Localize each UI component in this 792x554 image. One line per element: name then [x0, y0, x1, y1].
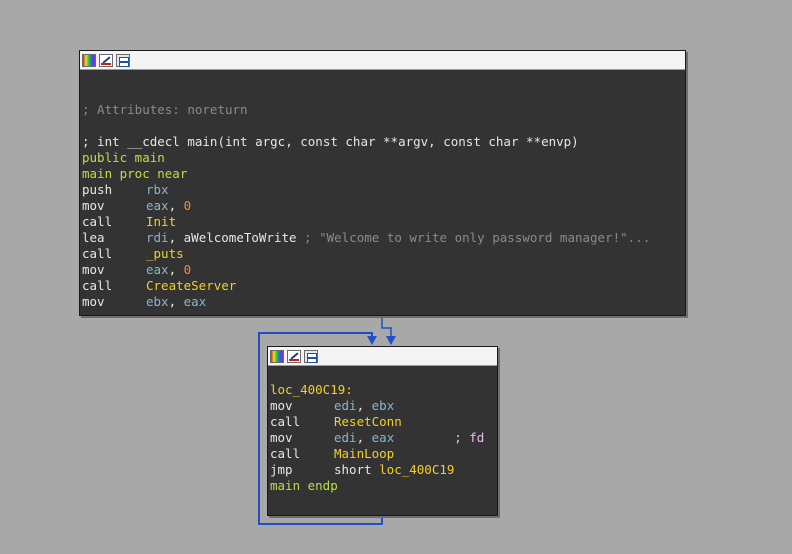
graph-node-main[interactable]: ; Attributes: noreturn ; int __cdecl mai…	[79, 50, 686, 316]
color-palette-icon[interactable]	[270, 349, 284, 363]
instruction-line[interactable]: mov ebx, eax	[82, 294, 685, 310]
edge-arrowhead	[386, 336, 396, 345]
node-titlebar	[80, 51, 685, 70]
loc-label[interactable]: loc_400C19:	[270, 382, 497, 398]
graph-view-icon[interactable]	[116, 53, 130, 67]
instruction-line[interactable]: call ResetConn	[270, 414, 497, 430]
edge-loop-arrowhead	[367, 336, 377, 345]
function-signature: ; int __cdecl main(int argc, const char …	[82, 134, 579, 149]
instruction-line[interactable]: call _puts	[82, 246, 685, 262]
color-palette-icon[interactable]	[82, 53, 96, 67]
instruction-line[interactable]: mov edi, eax; fd	[270, 430, 497, 446]
edge-main-to-loop	[381, 315, 392, 338]
edit-pen-icon[interactable]	[99, 53, 113, 67]
instruction-line[interactable]: jmp short loc_400C19	[270, 462, 497, 478]
instruction-line[interactable]: mov eax, 0	[82, 198, 685, 214]
attributes-comment: ; Attributes: noreturn	[82, 102, 248, 117]
proc-label[interactable]: main proc near	[82, 166, 685, 182]
instruction-line[interactable]: mov eax, 0	[82, 262, 685, 278]
instruction-line[interactable]: call Init	[82, 214, 685, 230]
instruction-line[interactable]: lea rdi, aWelcomeToWrite ; "Welcome to wr…	[82, 230, 685, 246]
fd-comment: ; fd	[454, 430, 485, 445]
endp-label[interactable]: main endp	[270, 478, 497, 494]
graph-view-icon[interactable]	[304, 349, 318, 363]
graph-node-loop[interactable]: loc_400C19: mov edi, ebx call ResetConn mo…	[267, 346, 498, 516]
instruction-line[interactable]: push rbx	[82, 182, 685, 198]
instruction-line[interactable]: mov edi, ebx	[270, 398, 497, 414]
instruction-line[interactable]: call CreateServer	[82, 278, 685, 294]
edit-pen-icon[interactable]	[287, 349, 301, 363]
instruction-line[interactable]: call MainLoop	[270, 446, 497, 462]
public-label[interactable]: public main	[82, 150, 685, 166]
node-titlebar	[268, 347, 497, 366]
